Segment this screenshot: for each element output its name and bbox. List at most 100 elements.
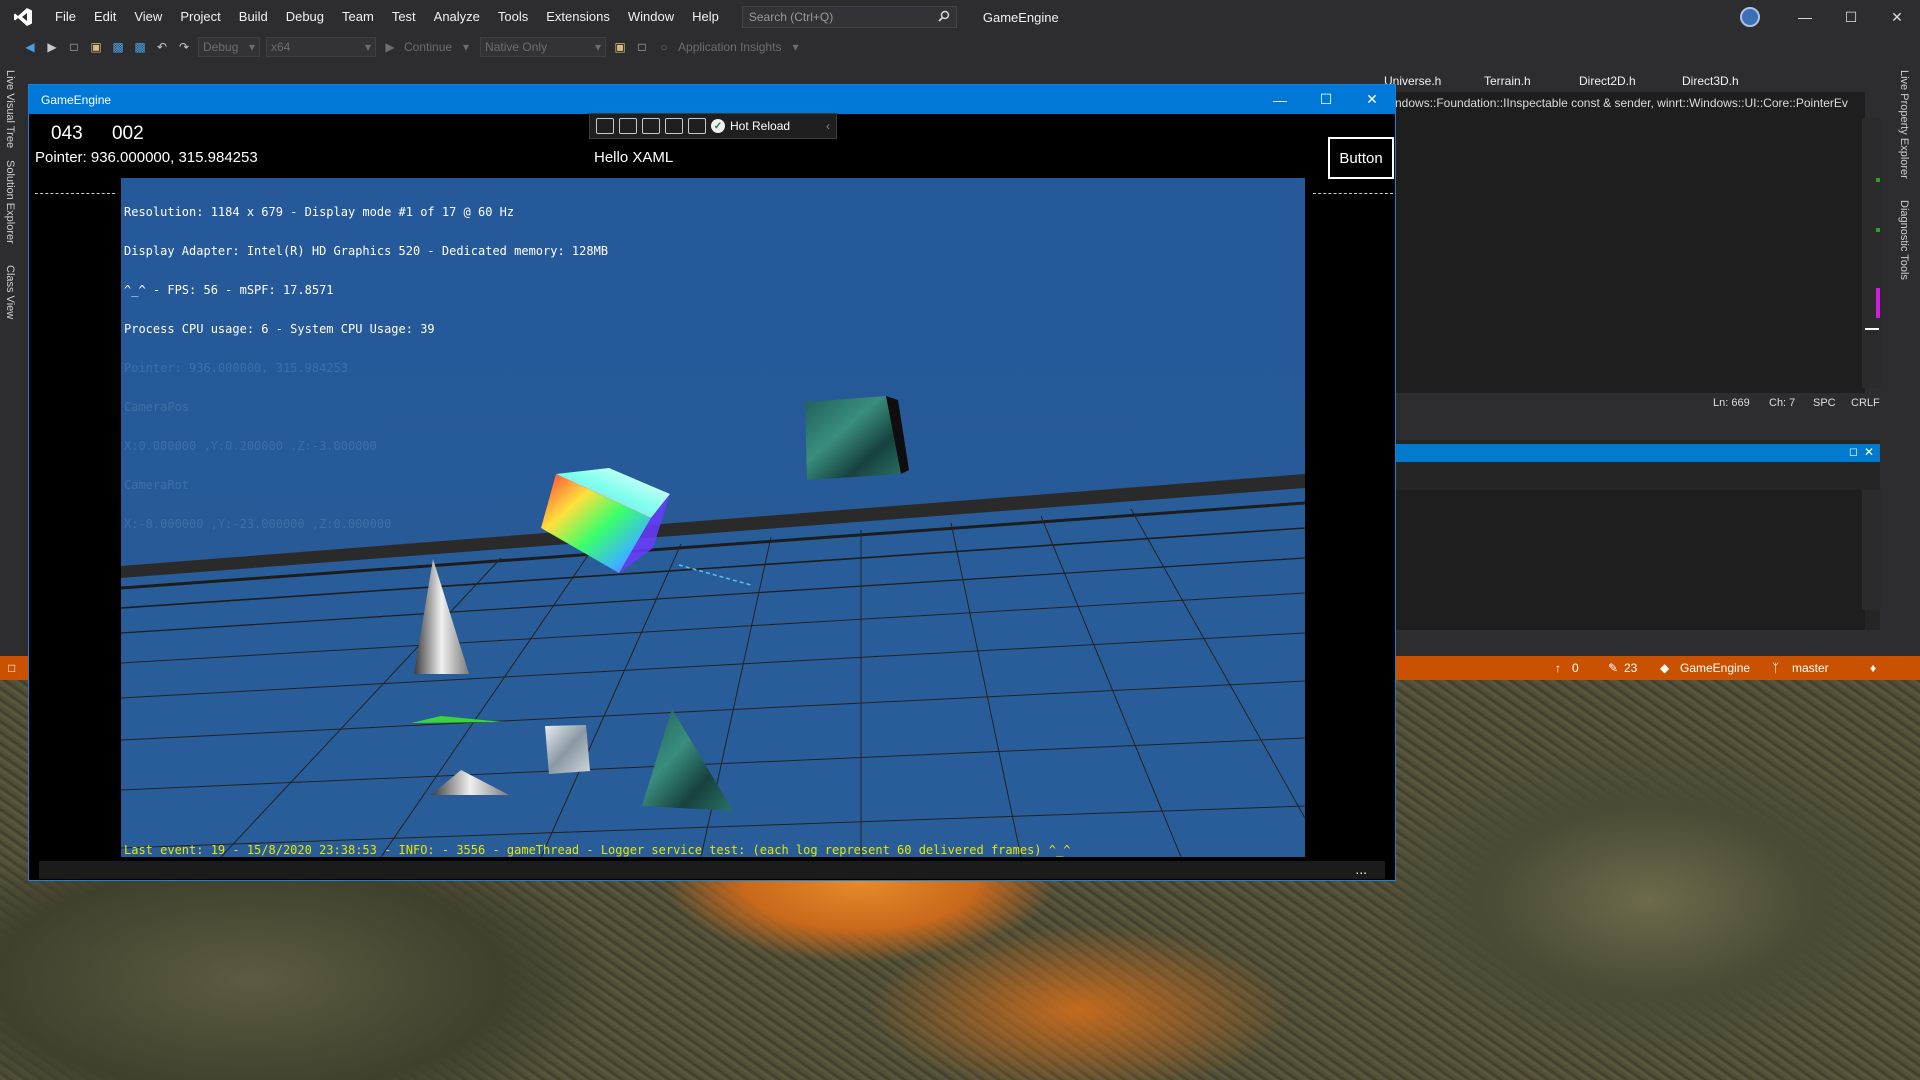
menu-build[interactable]: Build [230,0,277,34]
directx-viewport[interactable]: Resolution: 1184 x 679 - Display mode #1… [121,178,1305,857]
bell-icon[interactable]: ♦ [1870,661,1876,675]
gameengine-window: GameEngine — ☐ ✕ 043 002 ✓ Hot Reload ‹ … [28,84,1396,881]
show-binding-failures-icon[interactable] [665,118,683,134]
open-folder-icon[interactable]: ▣ [88,39,104,55]
minimize-icon[interactable]: — [1782,0,1828,34]
frame-counter: 043 002 [51,123,168,145]
whitespace-mode[interactable]: SPC [1813,397,1836,409]
menu-debug[interactable]: Debug [277,0,333,34]
close-icon[interactable]: ✕ [1864,445,1874,459]
save-icon[interactable]: ▩ [110,39,126,55]
tab-class-view[interactable]: Class View [4,265,16,319]
menu-extensions[interactable]: Extensions [537,0,619,34]
pin-icon[interactable]: ◻ [1849,445,1858,458]
menu-edit[interactable]: Edit [85,0,125,34]
tab-diagnostic-tools[interactable]: Diagnostic Tools [1898,200,1910,280]
platform-dropdown[interactable]: x64 ▾ [266,37,376,57]
counter-first: 043 [51,123,83,144]
undo-icon[interactable]: ↶ [154,39,170,55]
tab-live-visual-tree[interactable]: Live Visual Tree [4,70,16,148]
vs-title-bar: File Edit View Project Build Debug Team … [0,0,1920,34]
search-input[interactable]: Search (Ctrl+Q) [741,6,957,28]
save-all-icon[interactable]: ▩ [132,39,148,55]
vs-toolbar: ◀ ▶ □ ▣ ▩ ▩ ↶ ↷ Debug ▾ x64 ▾ ▶ Continue ▾… [0,34,1920,60]
last-event-log: Last event: 19 - 15/8/2020 23:38:53 - IN… [124,843,1071,857]
minimize-icon[interactable]: — [1257,85,1303,114]
map-marker [1876,178,1880,182]
menu-help[interactable]: Help [683,0,728,34]
xaml-button[interactable]: Button [1327,136,1395,180]
menu-file[interactable]: File [46,0,85,34]
application-insights-button[interactable]: Application Insights [678,40,781,54]
hot-reload-status[interactable]: Hot Reload [730,119,790,133]
output-pane: ✕ ◻ [1395,440,1880,630]
screenshot-icon[interactable]: □ [634,39,650,55]
output-body[interactable] [1395,490,1865,630]
unpushed-count[interactable]: 0 [1572,661,1579,675]
hello-label: Hello XAML [594,149,674,166]
continue-play-icon[interactable]: ▶ [382,39,398,55]
attach-icon[interactable]: ▣ [612,39,628,55]
debug-overlay: Resolution: 1184 x 679 - Display mode #1… [124,180,608,557]
more-options-button[interactable]: ... [1355,861,1367,877]
pending-changes-count[interactable]: 23 [1624,661,1637,675]
app-title: GameEngine [41,93,112,107]
app-command-bar: ... [39,861,1385,879]
pencil-icon: ✎ [1608,661,1619,675]
redo-icon[interactable]: ↷ [176,39,192,55]
debugger-type-value: Native Only [485,40,548,54]
overlay-pointer: Pointer: 936.000000, 315.984253 [124,361,348,375]
account-avatar-icon[interactable] [1740,7,1760,27]
maximize-icon[interactable]: ☐ [1828,0,1874,34]
close-icon[interactable]: ✕ [1349,85,1395,114]
editor-scrollbar-map[interactable] [1862,118,1882,388]
menu-tools[interactable]: Tools [489,0,537,34]
tab-direct2d-h[interactable]: Direct2D.h [1579,74,1636,88]
branch-name[interactable]: master [1792,661,1829,675]
overlay-camera-pos: X:0.000000 ,Y:0.200000 ,Z:-3.000000 [124,439,377,453]
repository-name[interactable]: GameEngine [1680,661,1750,675]
code-editor[interactable]: ndows::Foundation::IInspectable const & … [1395,92,1865,412]
tab-direct3d-h[interactable]: Direct3D.h [1682,74,1739,88]
overlay-camera-rot-label: CameraRot [124,478,190,492]
branch-icon: ᛉ [1772,661,1780,675]
live-visual-tree-icon[interactable] [688,118,706,134]
dashed-separator-left [35,193,115,194]
search-icon [938,10,950,25]
menu-view[interactable]: View [125,0,171,34]
app-title-bar[interactable]: GameEngine — ☐ ✕ [29,85,1395,114]
collapse-chevron-icon[interactable]: ‹ [826,119,830,133]
chevron-down-icon[interactable]: ▾ [787,39,803,55]
repo-icon: ◆ [1660,661,1670,675]
tab-live-property-explorer[interactable]: Live Property Explorer [1898,70,1910,179]
new-item-icon[interactable]: □ [66,39,82,55]
line-ending[interactable]: CRLF [1851,397,1880,409]
left-tool-strip: Live Visual Tree Solution Explorer Class… [0,60,24,660]
track-focus-icon[interactable] [642,118,660,134]
overlay-camera-pos-label: CameraPos [124,400,190,414]
menu-team[interactable]: Team [333,0,383,34]
config-dropdown[interactable]: Debug ▾ [198,37,260,57]
continue-button[interactable]: Continue [404,40,452,54]
maximize-icon[interactable]: ☐ [1303,85,1349,114]
push-up-icon: ↑ [1555,661,1561,675]
output-scrollbar[interactable] [1862,490,1882,610]
menu-project[interactable]: Project [171,0,229,34]
map-marker [1876,288,1880,318]
overlay-adapter: Display Adapter: Intel(R) HD Graphics 52… [124,244,609,258]
display-layout-adorners-icon[interactable] [619,118,637,134]
menu-window[interactable]: Window [619,0,683,34]
debugger-type-dropdown[interactable]: Native Only ▾ [480,37,607,57]
navigate-back-icon[interactable]: ◀ [22,39,38,55]
chevron-down-icon[interactable]: ▾ [458,39,474,55]
tab-solution-explorer[interactable]: Solution Explorer [4,160,16,244]
output-icon[interactable]: □ [8,661,15,675]
chevron-down-icon: ▾ [595,40,602,54]
menu-analyze[interactable]: Analyze [425,0,489,34]
select-element-icon[interactable] [596,118,614,134]
lightbulb-icon[interactable]: ○ [656,39,672,55]
close-icon[interactable]: ✕ [1874,0,1920,34]
tab-terrain-h[interactable]: Terrain.h [1484,74,1531,88]
menu-test[interactable]: Test [383,0,425,34]
navigate-forward-icon[interactable]: ▶ [44,39,60,55]
